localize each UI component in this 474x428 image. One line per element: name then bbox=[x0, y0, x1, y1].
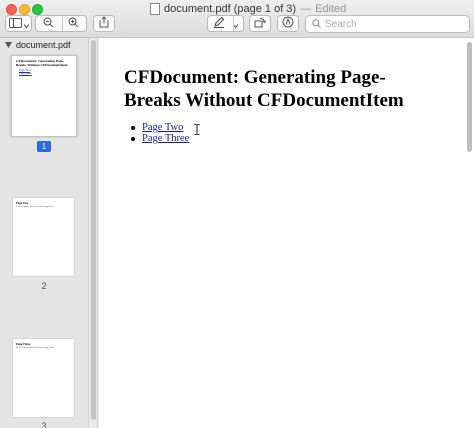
title-separator: — bbox=[300, 3, 312, 15]
thumbnail-link: Page Three bbox=[19, 71, 32, 75]
thumbnail-text: Lorem ipsum dolor sit amet page two bbox=[16, 205, 54, 209]
page-thumbnail[interactable]: Page Two Lorem ipsum dolor sit amet page… bbox=[13, 198, 74, 276]
sidebar-icon bbox=[8, 15, 22, 33]
rotate-icon bbox=[254, 15, 266, 33]
annotate-button[interactable] bbox=[277, 15, 299, 32]
share-button[interactable] bbox=[93, 15, 115, 32]
thumbnail-sidebar: document.pdf CFDocument: Generating Page… bbox=[0, 38, 88, 428]
sidebar-header[interactable]: document.pdf bbox=[0, 38, 88, 52]
thumbnail-page-number: 1 bbox=[0, 141, 88, 152]
page-three-link[interactable]: Page Three bbox=[142, 133, 189, 144]
list-item: Page Three bbox=[124, 133, 189, 144]
thumbnail-page-number: 3 bbox=[41, 421, 47, 428]
window-title-area: document.pdf (page 1 of 3) — Edited bbox=[150, 2, 346, 16]
document-page: CFDocument: Generating Page-Breaks Witho… bbox=[99, 38, 474, 428]
sidebar-toggle-button[interactable] bbox=[5, 15, 32, 32]
document-icon bbox=[150, 3, 160, 15]
text-cursor-icon bbox=[194, 122, 200, 135]
edited-label: Edited bbox=[315, 3, 347, 15]
zoom-in-button[interactable] bbox=[61, 15, 86, 33]
document-heading: CFDocument: Generating Page-Breaks Witho… bbox=[124, 67, 404, 111]
thumbnail-title: CFDocument: Generating Page-Breaks Witho… bbox=[16, 59, 68, 67]
page-link-list: Page Two Page Three bbox=[124, 122, 189, 144]
thumbnail-page-number: 2 bbox=[41, 281, 47, 291]
close-window-button[interactable] bbox=[6, 4, 17, 15]
zoom-control bbox=[35, 15, 87, 32]
preview-window: document.pdf (page 1 of 3) — Edited Sear… bbox=[0, 0, 474, 428]
minimize-window-button[interactable] bbox=[19, 4, 30, 15]
thumbnail-text: Lorem ipsum dolor sit amet page three bbox=[16, 346, 55, 350]
page-thumbnail[interactable]: CFDocument: Generating Page-Breaks Witho… bbox=[12, 56, 76, 136]
zoom-out-button[interactable] bbox=[36, 15, 61, 33]
zoom-window-button[interactable] bbox=[32, 4, 43, 15]
markup-circle-icon bbox=[282, 15, 294, 33]
search-field[interactable] bbox=[305, 15, 470, 33]
chevron-down-icon bbox=[23, 15, 29, 33]
zoom-in-icon bbox=[68, 15, 79, 33]
segment-divider bbox=[62, 16, 63, 31]
search-icon bbox=[312, 15, 321, 33]
disclosure-triangle-icon[interactable] bbox=[5, 40, 12, 50]
rotate-button[interactable] bbox=[249, 15, 271, 32]
sidebar-scroll-thumb[interactable] bbox=[91, 40, 96, 420]
zoom-out-icon bbox=[43, 15, 54, 33]
pencil-icon bbox=[213, 15, 225, 33]
sidebar-header-label: document.pdf bbox=[16, 40, 71, 50]
page-thumbnail[interactable]: Page Three Lorem ipsum dolor sit amet pa… bbox=[13, 339, 74, 417]
list-item: Page Two bbox=[124, 122, 189, 133]
markup-button[interactable] bbox=[207, 15, 244, 32]
page-two-link[interactable]: Page Two bbox=[142, 122, 183, 133]
segment-divider bbox=[233, 16, 234, 31]
page-number-badge: 1 bbox=[37, 141, 51, 152]
share-icon bbox=[99, 15, 109, 33]
titlebar: document.pdf (page 1 of 3) — Edited bbox=[0, 0, 474, 38]
sidebar-scrollbar[interactable] bbox=[88, 38, 98, 428]
window-title: document.pdf (page 1 of 3) bbox=[164, 3, 297, 15]
document-scrollbar[interactable] bbox=[467, 42, 472, 152]
search-input[interactable] bbox=[325, 18, 455, 30]
